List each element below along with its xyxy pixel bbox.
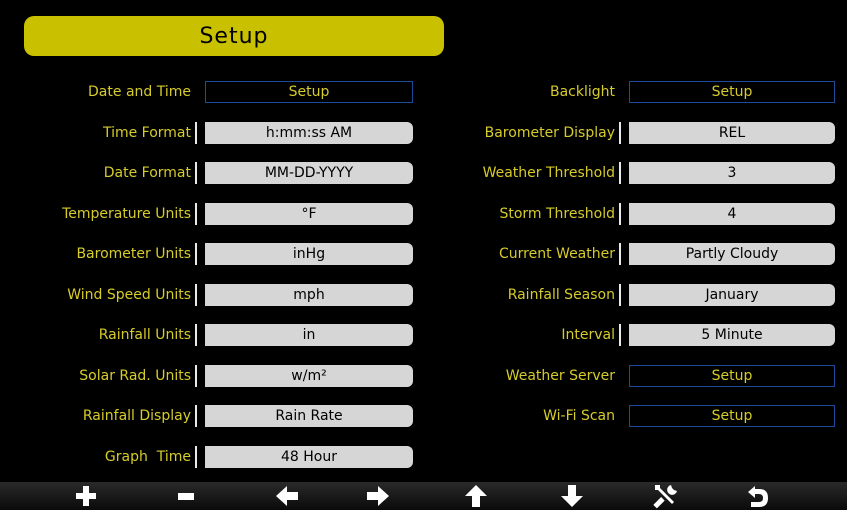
plus-button[interactable] <box>66 482 106 510</box>
setting-row-backlight: Backlight Setup <box>440 81 835 103</box>
setting-label-graph-time: Graph Time <box>104 448 191 465</box>
setup-button-weather-server[interactable]: Setup <box>629 364 835 387</box>
field-divider <box>195 324 197 346</box>
setting-row-interval: Interval 5 Minute <box>440 324 835 346</box>
field-divider <box>619 243 621 265</box>
return-button[interactable] <box>737 482 777 510</box>
plus-icon <box>75 485 97 507</box>
setting-row-wi-fi-scan: Wi-Fi Scan Setup <box>440 405 835 427</box>
arrow-down-button[interactable] <box>552 482 592 510</box>
field-divider <box>195 445 197 468</box>
setup-button-backlight[interactable]: Setup <box>629 81 835 103</box>
setup-screen: Setup Date and Time Setup Time Format h:mm:… <box>0 0 847 510</box>
value-field-temperature-units[interactable]: °F <box>205 202 413 225</box>
bottom-toolbar <box>0 482 847 510</box>
value-field-barometer-units[interactable]: inHg <box>205 243 413 265</box>
arrow-right-button[interactable] <box>358 482 398 510</box>
setting-label-temperature-units: Temperature Units <box>62 205 191 222</box>
field-divider <box>619 121 621 144</box>
field-divider <box>195 364 197 387</box>
value-field-rainfall-units[interactable]: in <box>205 324 413 346</box>
setting-label-wi-fi-scan: Wi-Fi Scan <box>543 408 615 424</box>
arrow-left-button[interactable] <box>267 482 307 510</box>
setting-label-weather-threshold: Weather Threshold <box>482 165 615 181</box>
value-field-rainfall-season[interactable]: January <box>629 283 835 306</box>
tools-button[interactable] <box>646 482 686 510</box>
field-divider <box>619 324 621 346</box>
value-field-solar-rad-units[interactable]: w/m² <box>205 364 413 387</box>
setting-label-solar-rad-units: Solar Rad. Units <box>79 367 191 384</box>
setting-row-current-weather: Current Weather Partly Cloudy <box>440 243 835 265</box>
setting-label-interval: Interval <box>561 327 615 343</box>
arrow-left-icon <box>275 485 299 507</box>
arrow-up-icon <box>464 484 488 508</box>
value-field-weather-threshold[interactable]: 3 <box>629 162 835 184</box>
field-divider <box>619 283 621 306</box>
value-field-date-format[interactable]: MM-DD-YYYY <box>205 162 413 184</box>
setting-label-barometer-display: Barometer Display <box>484 124 615 141</box>
minus-button[interactable] <box>166 482 206 510</box>
setting-row-wind-speed-units: Wind Speed Units mph <box>30 283 413 306</box>
field-divider <box>195 405 197 427</box>
setting-row-storm-threshold: Storm Threshold 4 <box>440 202 835 225</box>
setting-row-rainfall-display: Rainfall Display Rain Rate <box>30 405 413 427</box>
setting-label-rainfall-units: Rainfall Units <box>98 327 191 343</box>
setting-label-barometer-units: Barometer Units <box>76 246 191 262</box>
setting-label-date-and-time: Date and Time <box>88 84 191 100</box>
tools-icon <box>651 483 681 509</box>
setting-row-date-format: Date Format MM-DD-YYYY <box>30 162 413 184</box>
setting-row-weather-threshold: Weather Threshold 3 <box>440 162 835 184</box>
setting-label-date-format: Date Format <box>103 165 191 181</box>
value-field-time-format[interactable]: h:mm:ss AM <box>205 121 413 144</box>
arrow-up-button[interactable] <box>456 482 496 510</box>
minus-icon <box>176 485 196 507</box>
field-divider <box>195 162 197 184</box>
value-field-wind-speed-units[interactable]: mph <box>205 283 413 306</box>
setup-button-wi-fi-scan[interactable]: Setup <box>629 405 835 427</box>
setting-label-wind-speed-units: Wind Speed Units <box>67 286 191 303</box>
setting-row-solar-rad-units: Solar Rad. Units w/m² <box>30 364 413 387</box>
value-field-rainfall-display[interactable]: Rain Rate <box>205 405 413 427</box>
value-field-graph-time[interactable]: 48 Hour <box>205 445 413 468</box>
value-field-interval[interactable]: 5 Minute <box>629 324 835 346</box>
setting-row-barometer-units: Barometer Units inHg <box>30 243 413 265</box>
value-field-barometer-display[interactable]: REL <box>629 121 835 144</box>
field-divider <box>195 202 197 225</box>
setting-label-rainfall-season: Rainfall Season <box>507 286 615 303</box>
field-divider <box>619 162 621 184</box>
setting-label-current-weather: Current Weather <box>499 246 615 262</box>
value-field-current-weather[interactable]: Partly Cloudy <box>629 243 835 265</box>
setting-label-backlight: Backlight <box>549 84 615 100</box>
setting-row-time-format: Time Format h:mm:ss AM <box>30 121 413 144</box>
setting-label-rainfall-display: Rainfall Display <box>82 408 191 424</box>
field-divider <box>195 121 197 144</box>
setting-label-storm-threshold: Storm Threshold <box>499 205 615 222</box>
setting-row-barometer-display: Barometer Display REL <box>440 121 835 144</box>
setting-row-graph-time: Graph Time 48 Hour <box>30 445 413 468</box>
return-icon <box>745 484 769 508</box>
field-divider <box>619 202 621 225</box>
setting-label-weather-server: Weather Server <box>505 367 615 384</box>
value-field-storm-threshold[interactable]: 4 <box>629 202 835 225</box>
setting-row-date-and-time: Date and Time Setup <box>30 81 413 103</box>
setup-button-date-and-time[interactable]: Setup <box>205 81 413 103</box>
setting-row-weather-server: Weather Server Setup <box>440 364 835 387</box>
field-divider <box>195 243 197 265</box>
setting-row-temperature-units: Temperature Units °F <box>30 202 413 225</box>
setting-row-rainfall-season: Rainfall Season January <box>440 283 835 306</box>
page-title: Setup <box>199 23 269 49</box>
page-title-bar: Setup <box>24 16 444 56</box>
field-divider <box>195 283 197 306</box>
arrow-right-icon <box>366 485 390 507</box>
arrow-down-icon <box>560 484 584 508</box>
setting-row-rainfall-units: Rainfall Units in <box>30 324 413 346</box>
setting-label-time-format: Time Format <box>102 124 191 141</box>
